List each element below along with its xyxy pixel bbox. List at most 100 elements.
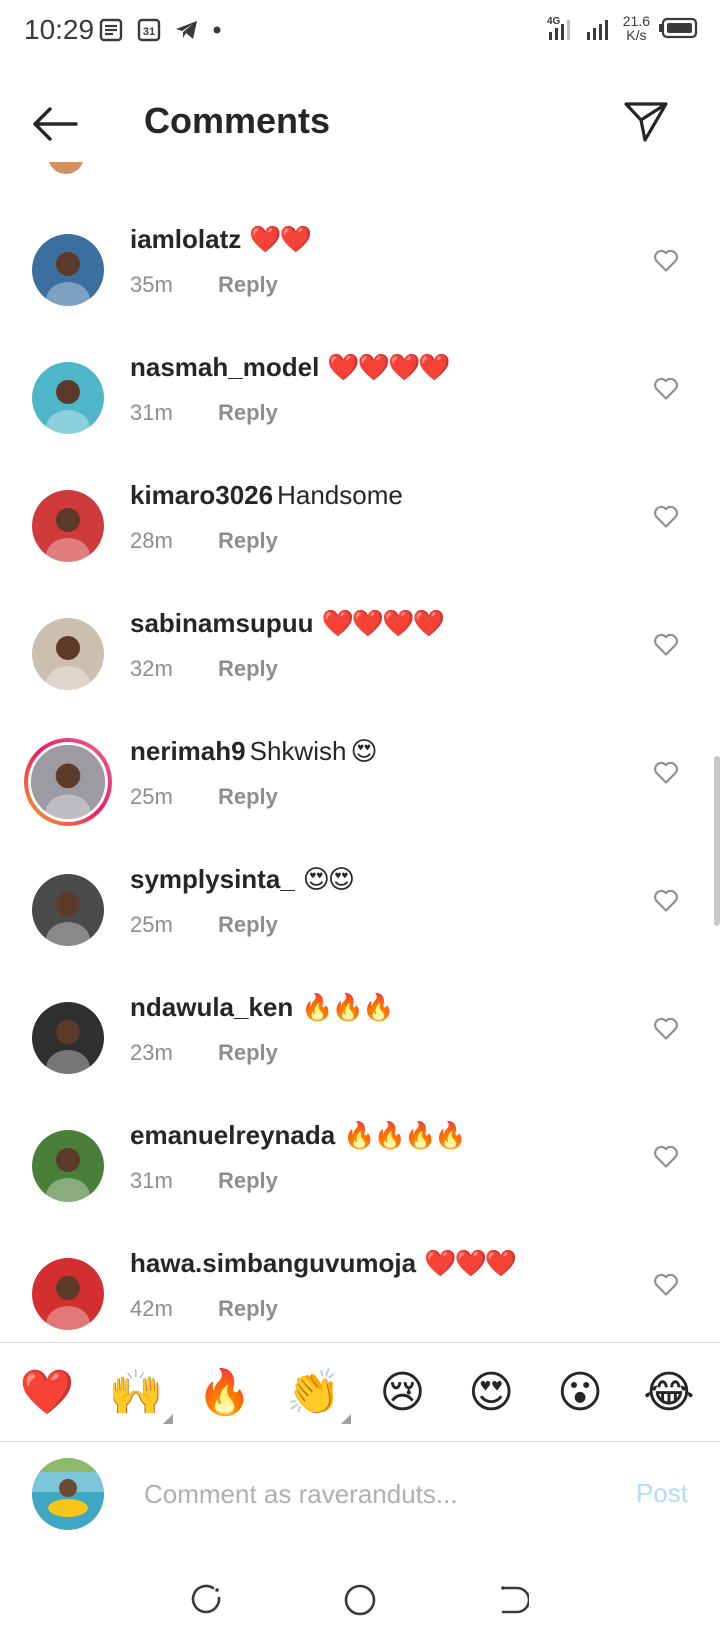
comment-username[interactable]: iamlolatz [130, 224, 241, 254]
home-button[interactable] [340, 1580, 380, 1620]
post-button[interactable]: Post [636, 1478, 688, 1509]
avatar[interactable] [32, 874, 104, 946]
comment-row: nerimah9 Shkwish 😍 25m Reply [0, 720, 720, 848]
news-icon [99, 18, 123, 42]
reply-button[interactable]: Reply [218, 400, 278, 425]
battery-icon [659, 17, 698, 39]
share-button[interactable] [616, 92, 676, 152]
comments-list: iamlolatz ❤️❤️ 35m Reply nasmah_model ❤️❤️❤️❤… [0, 208, 720, 1360]
reply-button[interactable]: Reply [218, 1168, 278, 1193]
reply-button[interactable]: Reply [218, 656, 278, 681]
comment-time: 31m [130, 400, 173, 425]
scrollbar-thumb[interactable] [714, 756, 720, 926]
heart-icon[interactable] [652, 1270, 680, 1298]
avatar[interactable] [32, 1258, 104, 1330]
comment-meta: 31m Reply [130, 400, 278, 426]
heart-icon[interactable] [652, 246, 680, 274]
svg-text:4G: 4G [547, 16, 561, 27]
comment-body: emanuelreynada 🔥🔥🔥🔥 [130, 1120, 467, 1151]
page-title: Comments [144, 100, 331, 141]
comment-body: ndawula_ken 🔥🔥🔥 [130, 992, 394, 1023]
avatar-image [32, 1130, 104, 1202]
reply-button[interactable]: Reply [218, 528, 278, 553]
comment-time: 28m [130, 528, 173, 553]
telegram-icon [176, 21, 197, 39]
self-avatar-image [32, 1458, 104, 1530]
comment-input[interactable] [144, 1470, 584, 1518]
comment-username[interactable]: emanuelreynada [130, 1120, 335, 1150]
avatar-story-ring[interactable] [24, 738, 112, 826]
reaction-emoji[interactable]: ❤️ [18, 1366, 76, 1418]
avatar[interactable] [32, 490, 104, 562]
quick-reactions-bar: ❤️ 🙌 🔥 👏 😢 😍 😮 😂 [0, 1342, 720, 1442]
comment-meta: 42m Reply [130, 1296, 278, 1322]
heart-icon[interactable] [652, 886, 680, 914]
heart-icon[interactable] [652, 1014, 680, 1042]
back-nav-button[interactable] [493, 1580, 533, 1620]
skin-tone-indicator [340, 1414, 351, 1424]
comment-time: 42m [130, 1296, 173, 1321]
avatar[interactable] [32, 618, 104, 690]
send-paper-plane-icon [624, 102, 668, 142]
reaction-emoji[interactable]: 😍 [462, 1367, 520, 1418]
reply-button[interactable]: Reply [218, 1040, 278, 1065]
comment-time: 35m [130, 272, 173, 297]
avatar-image [32, 1002, 104, 1074]
heart-icon[interactable] [652, 374, 680, 402]
reply-button[interactable]: Reply [218, 912, 278, 937]
avatar[interactable] [32, 234, 104, 306]
reply-button[interactable]: Reply [218, 1296, 278, 1321]
avatar[interactable] [32, 1130, 104, 1202]
net-speed: 21.6 K/s [623, 14, 650, 42]
net-speed-unit: K/s [626, 27, 647, 43]
avatar[interactable] [32, 1002, 104, 1074]
comment-time: 31m [130, 1168, 173, 1193]
reply-button[interactable]: Reply [218, 272, 278, 297]
avatar [28, 742, 108, 822]
reply-button[interactable]: Reply [218, 784, 278, 809]
comment-username[interactable]: symplysinta_ [130, 864, 295, 894]
comment-emoji: 🔥🔥🔥 [301, 992, 394, 1022]
signal-icon [586, 20, 608, 40]
heart-icon[interactable] [652, 1142, 680, 1170]
comment-body: hawa.simbanguvumoja ❤️❤️❤️ [130, 1248, 517, 1279]
reaction-emoji[interactable]: 😮 [551, 1367, 609, 1418]
comment-emoji: 😍 [350, 736, 377, 766]
avatar[interactable] [32, 362, 104, 434]
svg-text:31: 31 [143, 26, 155, 38]
comment-username[interactable]: nasmah_model [130, 352, 319, 382]
system-nav-bar [0, 1560, 720, 1640]
comment-username[interactable]: ndawula_ken [130, 992, 293, 1022]
comment-time: 32m [130, 656, 173, 681]
avatar-image [32, 362, 104, 434]
reaction-emoji[interactable]: 🔥 [196, 1366, 254, 1418]
comment-row: nasmah_model ❤️❤️❤️❤️ 31m Reply [0, 336, 720, 464]
avatar-image [32, 490, 104, 562]
reaction-emoji[interactable]: 😂 [640, 1367, 698, 1418]
avatar-image [32, 874, 104, 946]
comment-row: kimaro3026 Handsome 28m Reply [0, 464, 720, 592]
comment-row: symplysinta_ 😍😍 25m Reply [0, 848, 720, 976]
signal-4g-icon: 4G [547, 16, 570, 40]
status-time: 10:29 [24, 14, 95, 45]
comment-body: nasmah_model ❤️❤️❤️❤️ [130, 352, 451, 383]
comment-username[interactable]: sabinamsupuu [130, 608, 313, 638]
comment-username[interactable]: hawa.simbanguvumoja [130, 1248, 416, 1278]
comment-body: symplysinta_ 😍😍 [130, 864, 355, 895]
back-nav-icon [501, 1586, 530, 1614]
comment-username[interactable]: kimaro3026 [130, 480, 273, 510]
heart-icon[interactable] [652, 758, 680, 786]
self-avatar [32, 1458, 104, 1530]
comment-time: 25m [130, 784, 173, 809]
reaction-emoji[interactable]: 😢 [373, 1367, 431, 1418]
comment-username[interactable]: nerimah9 [130, 736, 246, 766]
back-button[interactable] [26, 96, 82, 152]
recent-apps-icon [191, 1584, 220, 1614]
comment-meta: 31m Reply [130, 1168, 278, 1194]
reaction-emoji[interactable]: 🙌 [107, 1366, 173, 1424]
heart-icon[interactable] [652, 502, 680, 530]
reaction-emoji[interactable]: 👏 [285, 1366, 351, 1424]
recent-apps-button[interactable] [187, 1580, 227, 1620]
home-circle-icon [344, 1584, 376, 1616]
heart-icon[interactable] [652, 630, 680, 658]
